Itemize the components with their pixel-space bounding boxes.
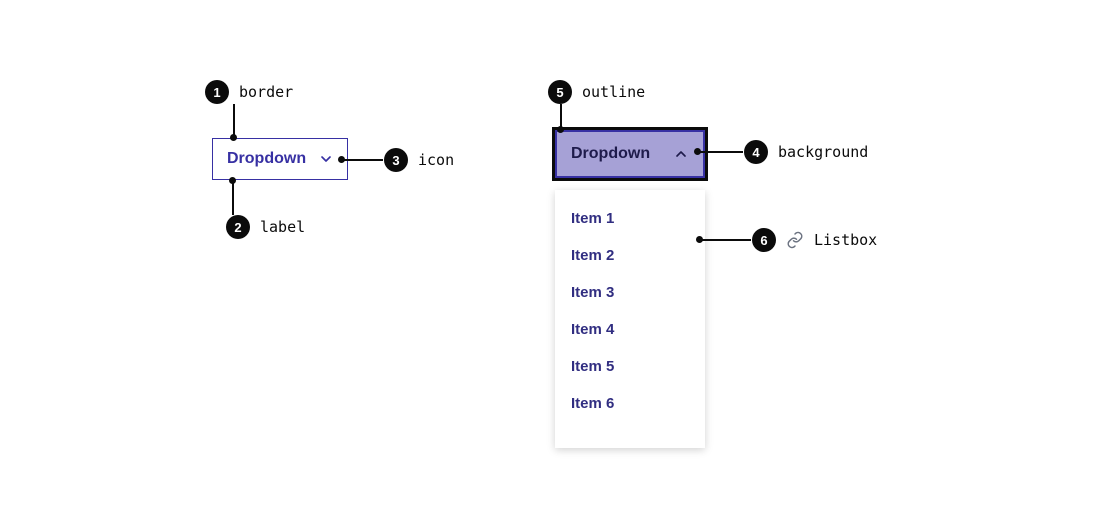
chevron-up-icon — [673, 146, 689, 162]
chevron-down-icon — [318, 151, 334, 167]
annotation-5: 5 outline — [548, 80, 645, 104]
annotation-text: border — [239, 83, 293, 101]
list-item[interactable]: Item 4 — [555, 311, 705, 348]
annotation-line — [702, 239, 751, 241]
link-icon — [786, 231, 804, 249]
annotation-dot — [694, 148, 701, 155]
list-item[interactable]: Item 3 — [555, 274, 705, 311]
annotation-4: 4 background — [744, 140, 868, 164]
annotation-3: 3 icon — [384, 148, 454, 172]
dropdown-closed[interactable]: Dropdown — [212, 138, 348, 180]
annotation-number: 3 — [384, 148, 408, 172]
list-item[interactable]: Item 6 — [555, 385, 705, 422]
dropdown-open-group: Dropdown Item 1 Item 2 Item 3 Item 4 Ite… — [555, 130, 705, 448]
annotation-dot — [229, 177, 236, 184]
annotation-line — [343, 159, 383, 161]
annotation-number: 4 — [744, 140, 768, 164]
annotation-text: background — [778, 143, 868, 161]
annotation-6: 6 Listbox — [752, 228, 877, 252]
annotation-text: label — [260, 218, 305, 236]
annotation-line — [232, 180, 234, 215]
annotation-number: 5 — [548, 80, 572, 104]
dropdown-label: Dropdown — [227, 150, 306, 168]
annotation-line — [700, 151, 743, 153]
list-item[interactable]: Item 1 — [555, 200, 705, 237]
list-item[interactable]: Item 2 — [555, 237, 705, 274]
annotation-number: 6 — [752, 228, 776, 252]
annotation-line — [560, 104, 562, 128]
annotation-line — [233, 104, 235, 136]
list-item[interactable]: Item 5 — [555, 348, 705, 385]
annotation-number: 1 — [205, 80, 229, 104]
annotation-dot — [696, 236, 703, 243]
annotation-1: 1 border — [205, 80, 293, 104]
dropdown-open[interactable]: Dropdown — [555, 130, 705, 178]
dropdown-label: Dropdown — [571, 145, 650, 163]
annotation-text: outline — [582, 83, 645, 101]
annotation-dot — [338, 156, 345, 163]
annotation-text: icon — [418, 151, 454, 169]
annotation-2: 2 label — [226, 215, 305, 239]
annotation-number: 2 — [226, 215, 250, 239]
annotation-dot — [230, 134, 237, 141]
annotation-dot — [557, 126, 564, 133]
listbox[interactable]: Item 1 Item 2 Item 3 Item 4 Item 5 Item … — [555, 190, 705, 448]
annotation-text: Listbox — [814, 231, 877, 249]
